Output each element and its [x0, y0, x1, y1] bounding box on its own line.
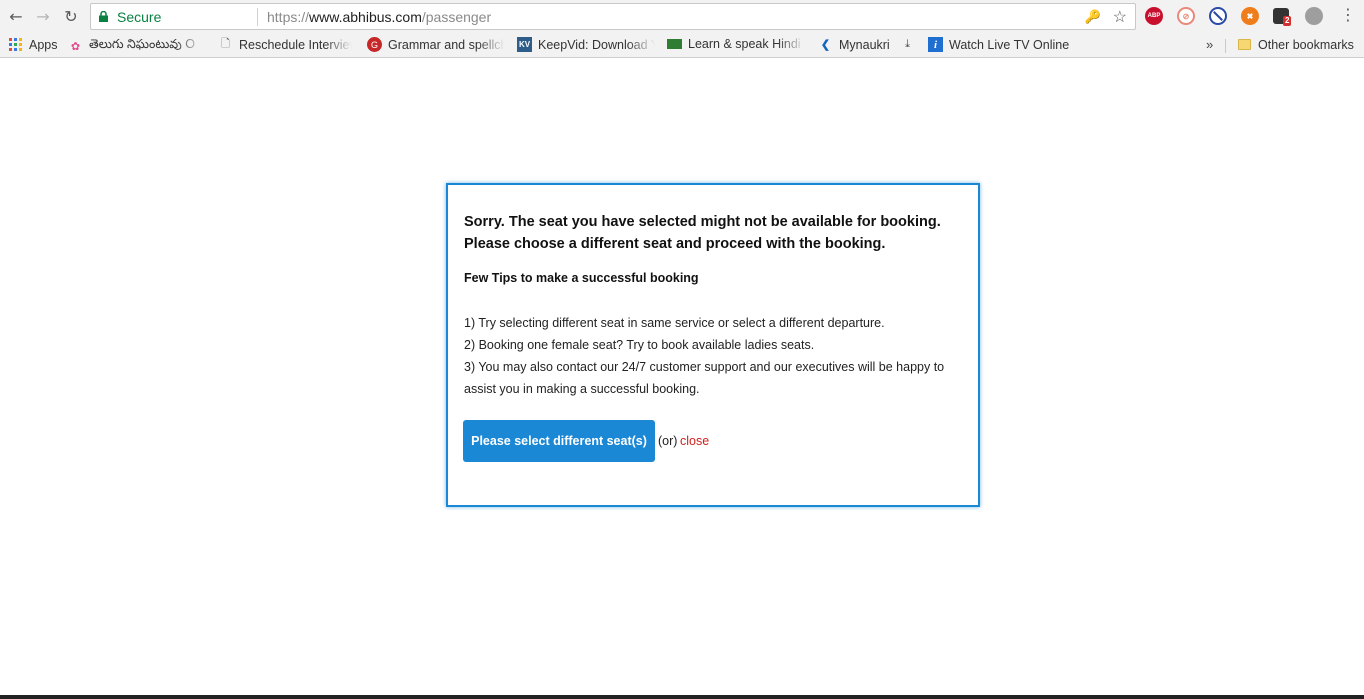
bookmarks-divider	[1225, 39, 1226, 53]
lock-icon	[99, 11, 108, 22]
key-icon[interactable]: 🔑	[1085, 9, 1101, 25]
bookmark-label: KeepVid: Download Yo	[538, 37, 655, 52]
forward-arrow-icon[interactable]: →	[33, 6, 53, 26]
bookmark-label: Reschedule Interview	[239, 37, 352, 52]
tip-item: 2) Booking one female seat? Try to book …	[464, 338, 815, 352]
browser-toolbar: ← → ↻ Secure https://www.abhibus.com/pas…	[0, 0, 1364, 33]
bookmark-label: Mynaukri	[839, 37, 890, 52]
extension-badge-count: 2	[1283, 16, 1292, 26]
address-bar[interactable]: Secure https://www.abhibus.com/passenger…	[90, 3, 1136, 30]
block-icon[interactable]	[1209, 7, 1227, 25]
download-icon: ⤓	[905, 38, 910, 50]
page-icon: 🗋	[221, 38, 230, 50]
extension-gray-icon[interactable]	[1305, 7, 1323, 25]
bookmark-star-icon[interactable]: ☆	[1113, 7, 1127, 27]
url-host: www.abhibus.com	[309, 9, 422, 25]
taskbar-edge	[0, 695, 1364, 699]
url-text[interactable]: https://www.abhibus.com/passenger	[267, 9, 491, 25]
bookmark-label: Other bookmarks	[1258, 37, 1354, 52]
bookmark-grammar[interactable]: G Grammar and spellche	[367, 37, 505, 52]
bookmark-reschedule-interview[interactable]: 🗋 Reschedule Interview	[218, 37, 352, 52]
browser-menu-icon[interactable]: ⋮	[1340, 5, 1356, 24]
telugu-dictionary-icon: ✿	[70, 40, 81, 53]
back-arrow-icon[interactable]: ←	[6, 6, 26, 26]
bookmark-label: Learn & speak Hindi c	[688, 37, 805, 51]
apps-grid-icon	[8, 37, 23, 52]
bookmark-other-bookmarks[interactable]: Other bookmarks	[1237, 37, 1354, 52]
bookmark-label: Apps	[29, 37, 58, 52]
bookmark-telugu-dictionary[interactable]: ✿ తెలుగు నిఘంటువు O	[68, 37, 203, 55]
tips-list: 1) Try selecting different seat in same …	[464, 312, 954, 400]
tip-item: 1) Try selecting different seat in same …	[464, 316, 885, 330]
adblock-plus-icon[interactable]: ABP	[1145, 7, 1163, 25]
bookmark-keepvid[interactable]: KV KeepVid: Download Yo	[517, 37, 655, 52]
tips-title: Few Tips to make a successful booking	[464, 271, 699, 285]
grammarly-icon: G	[367, 37, 382, 52]
mynaukri-icon: ❮	[820, 39, 831, 51]
url-scheme: https://	[267, 9, 310, 25]
bookmark-download[interactable]: ⤓	[900, 37, 921, 52]
bookmark-label: Watch Live TV Online	[949, 37, 1070, 52]
secure-label: Secure	[117, 9, 162, 25]
bookmark-apps[interactable]: Apps	[8, 37, 58, 52]
url-path: /passenger	[421, 9, 492, 25]
tip-item: 3) You may also contact our 24/7 custome…	[464, 360, 945, 396]
hindi-board-icon	[667, 39, 682, 49]
extension-badge-icon[interactable]: 2	[1273, 8, 1292, 26]
bookmark-label: Grammar and spellche	[388, 37, 505, 52]
omnibox-divider	[257, 8, 258, 26]
select-different-seats-button[interactable]: Please select different seat(s)	[463, 420, 655, 462]
keepvid-icon: KV	[517, 37, 532, 52]
bookmark-watch-live-tv[interactable]: i Watch Live TV Online	[928, 37, 1069, 52]
bookmark-label: తెలుగు నిఘంటువు O	[89, 37, 195, 51]
close-link[interactable]: close	[680, 434, 709, 448]
bookmarks-bar: Apps ✿ తెలుగు నిఘంటువు O 🗋 Reschedule In…	[0, 33, 1364, 58]
folder-icon	[1237, 37, 1252, 52]
extension-orange-icon[interactable]: ✖	[1241, 7, 1259, 25]
info-icon: i	[928, 37, 943, 52]
reload-icon[interactable]: ↻	[61, 6, 81, 26]
dialog-heading: Sorry. The seat you have selected might …	[464, 214, 941, 252]
bookmark-learn-hindi[interactable]: Learn & speak Hindi c	[667, 37, 805, 51]
bookmark-mynaukri[interactable]: ❮ Mynaukri	[818, 37, 890, 52]
more-bookmarks-chevron-icon[interactable]: »	[1206, 37, 1213, 52]
seat-unavailable-dialog: Sorry. The seat you have selected might …	[446, 183, 980, 507]
extension-circle-icon[interactable]: ⊘	[1177, 7, 1195, 25]
or-text: (or)	[658, 434, 678, 448]
